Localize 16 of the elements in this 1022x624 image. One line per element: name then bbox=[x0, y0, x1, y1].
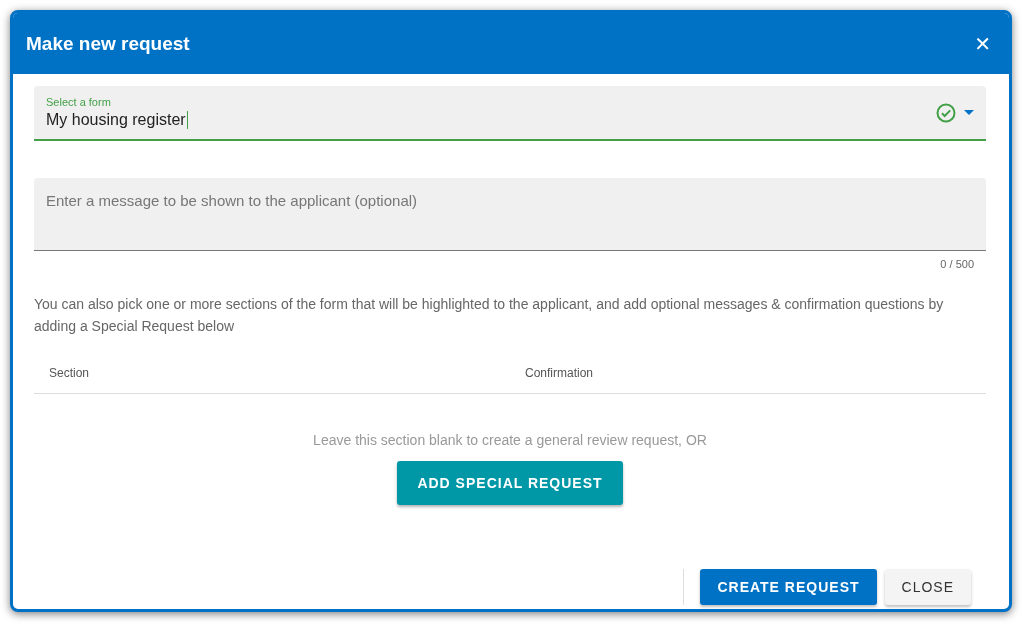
column-header: Section bbox=[49, 366, 91, 380]
create-request-button[interactable]: CREATE REQUEST bbox=[700, 569, 877, 605]
field-label: Select a form bbox=[46, 96, 112, 108]
hint-text: Leave this section blank to create a general review request, OR bbox=[313, 432, 707, 448]
add-special-request-button[interactable]: ADD SPECIAL REQUEST bbox=[397, 461, 623, 505]
field-value: My housing register bbox=[46, 111, 188, 129]
check-circle-icon bbox=[936, 102, 956, 123]
message-field[interactable]: Enter a message to be shown to the applicant (optional) bbox=[34, 178, 986, 251]
column-header: Confirmation bbox=[525, 366, 595, 380]
dropdown-caret-icon[interactable] bbox=[964, 110, 974, 115]
close-button[interactable]: CLOSE bbox=[884, 569, 971, 605]
close-button[interactable]: ✕ bbox=[970, 31, 995, 56]
dialog-title: Make new request bbox=[26, 32, 190, 55]
info-text: You can also pick one or more sections of the form that will be highlighted to the applicant, and add optional messages & confirmation questions by adding a Special Request below bbox=[34, 295, 945, 336]
form-select[interactable]: Select a form My housing register bbox=[34, 86, 986, 141]
character-counter: 0 / 500 bbox=[940, 258, 974, 270]
